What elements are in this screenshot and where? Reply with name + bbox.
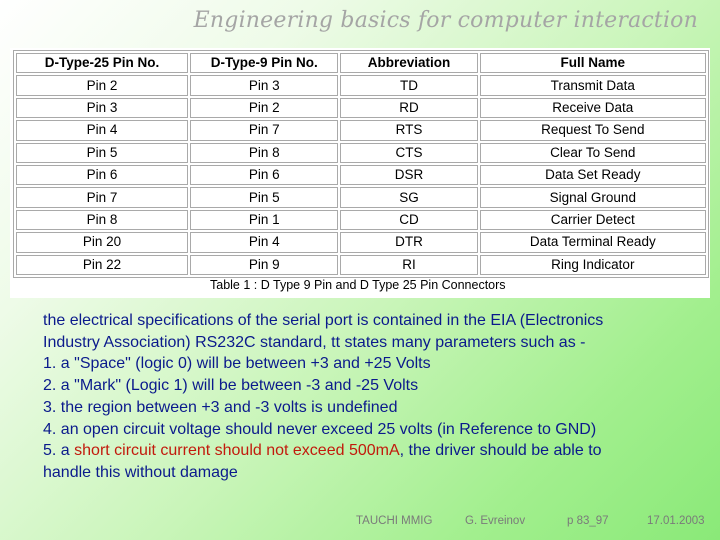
cell-d25-pin: Pin 3 xyxy=(16,97,189,119)
footer-org: TAUCHI MMIG xyxy=(356,515,433,527)
cell-d9-pin: Pin 9 xyxy=(190,254,339,275)
cell-d9-pin: Pin 6 xyxy=(190,164,339,186)
cell-d9-pin: Pin 3 xyxy=(190,75,339,96)
spec-item-5-continued: handle this without damage xyxy=(43,463,238,481)
cell-d9-pin: Pin 8 xyxy=(190,142,339,163)
spec-item-5: 5. a short circuit current should not ex… xyxy=(43,440,703,462)
header-full-name: Full Name xyxy=(479,53,706,74)
footer-author: G. Evreinov xyxy=(465,515,526,527)
spec-item-5-highlight: short circuit current should not exceed … xyxy=(74,442,400,460)
cell-full-name: Request To Send xyxy=(479,120,706,141)
cell-abbreviation: TD xyxy=(340,75,478,96)
cell-d25-pin: Pin 20 xyxy=(16,232,189,253)
spec-item-5-prefix: 5. a xyxy=(43,442,75,460)
cell-d25-pin: Pin 5 xyxy=(16,142,189,163)
spec-item-3: 3. the region between +3 and -3 volts is… xyxy=(43,398,398,416)
pin-mapping-table: D-Type-25 Pin No. D-Type-9 Pin No. Abbre… xyxy=(13,50,709,278)
cell-d9-pin: Pin 7 xyxy=(190,120,339,141)
cell-d9-pin: Pin 2 xyxy=(190,97,339,119)
table-row: Pin 4 Pin 7 RTS Request To Send xyxy=(16,120,706,141)
spec-item-1: 1. a "Space" (logic 0) will be between +… xyxy=(43,355,431,373)
cell-full-name: Receive Data xyxy=(479,97,706,119)
cell-d9-pin: Pin 4 xyxy=(190,232,339,253)
cell-d9-pin: Pin 1 xyxy=(190,209,339,231)
cell-abbreviation: CTS xyxy=(340,142,478,163)
cell-abbreviation: DTR xyxy=(340,232,478,253)
cell-abbreviation: RI xyxy=(340,254,478,275)
body-text: the electrical specifications of the ser… xyxy=(43,310,703,484)
cell-full-name: Clear To Send xyxy=(479,142,706,163)
table-row: Pin 2 Pin 3 TD Transmit Data xyxy=(16,75,706,96)
cell-abbreviation: CD xyxy=(340,209,478,231)
slide-title: Engineering basics for computer interact… xyxy=(193,8,698,33)
footer-page: p 83_97 xyxy=(567,515,609,527)
table-row: Pin 22 Pin 9 RI Ring Indicator xyxy=(16,254,706,275)
table-row: Pin 3 Pin 2 RD Receive Data xyxy=(16,97,706,119)
intro-line-2: Industry Association) RS232C standard, t… xyxy=(43,333,586,351)
table-row: Pin 6 Pin 6 DSR Data Set Ready xyxy=(16,164,706,186)
intro-line-1: the electrical specifications of the ser… xyxy=(43,312,604,329)
spec-item-2: 2. a "Mark" (Logic 1) will be between -3… xyxy=(43,377,419,395)
cell-d9-pin: Pin 5 xyxy=(190,187,339,208)
table-row: Pin 7 Pin 5 SG Signal Ground xyxy=(16,187,706,208)
cell-d25-pin: Pin 7 xyxy=(16,187,189,208)
cell-full-name: Signal Ground xyxy=(479,187,706,208)
cell-d25-pin: Pin 2 xyxy=(16,75,189,96)
header-d9-pin: D-Type-9 Pin No. xyxy=(190,53,339,74)
cell-d25-pin: Pin 8 xyxy=(16,209,189,231)
header-d25-pin: D-Type-25 Pin No. xyxy=(16,53,189,74)
table-header-row: D-Type-25 Pin No. D-Type-9 Pin No. Abbre… xyxy=(16,53,706,74)
cell-d25-pin: Pin 6 xyxy=(16,164,189,186)
footer-date: 17.01.2003 xyxy=(647,515,705,527)
table-row: Pin 8 Pin 1 CD Carrier Detect xyxy=(16,209,706,231)
cell-abbreviation: DSR xyxy=(340,164,478,186)
cell-full-name: Carrier Detect xyxy=(479,209,706,231)
cell-full-name: Transmit Data xyxy=(479,75,706,96)
cell-d25-pin: Pin 22 xyxy=(16,254,189,275)
cell-full-name: Ring Indicator xyxy=(479,254,706,275)
cell-abbreviation: RD xyxy=(340,97,478,119)
table-caption: Table 1 : D Type 9 Pin and D Type 25 Pin… xyxy=(210,278,506,292)
spec-item-4: 4. an open circuit voltage should never … xyxy=(43,420,597,438)
table-row: Pin 5 Pin 8 CTS Clear To Send xyxy=(16,142,706,163)
pin-table-figure: D-Type-25 Pin No. D-Type-9 Pin No. Abbre… xyxy=(10,48,710,298)
cell-abbreviation: SG xyxy=(340,187,478,208)
cell-d25-pin: Pin 4 xyxy=(16,120,189,141)
cell-full-name: Data Terminal Ready xyxy=(479,232,706,253)
cell-full-name: Data Set Ready xyxy=(479,164,706,186)
table-body: Pin 2 Pin 3 TD Transmit Data Pin 3 Pin 2 RD Rec… xyxy=(16,75,706,275)
cell-abbreviation: RTS xyxy=(340,120,478,141)
spec-item-5-suffix: , the driver should be able to xyxy=(399,442,602,460)
header-abbreviation: Abbreviation xyxy=(340,53,478,74)
table-row: Pin 20 Pin 4 DTR Data Terminal Ready xyxy=(16,232,706,253)
